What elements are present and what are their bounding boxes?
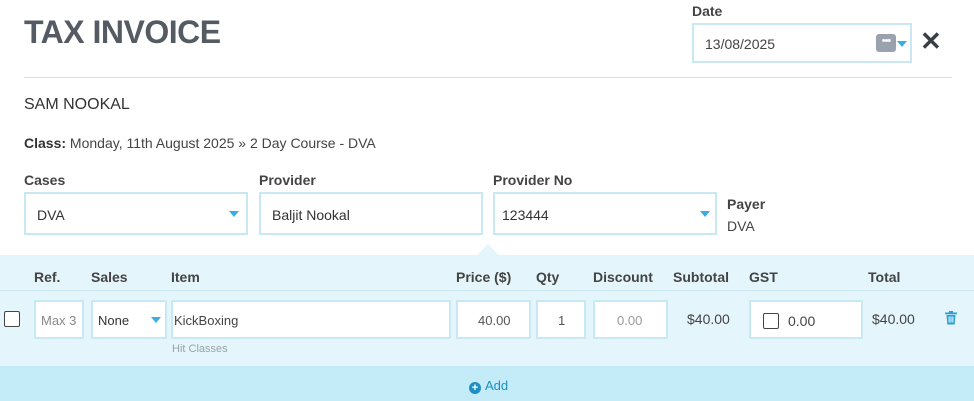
cases-select[interactable]: DVA [24,192,248,235]
provider-value: Baljit Nookal [272,207,350,223]
cases-label: Cases [24,172,66,188]
add-label: Add [485,378,509,393]
chevron-down-icon[interactable] [700,211,710,217]
class-value: Monday, 11th August 2025 » 2 Day Course … [69,135,376,151]
provider-label: Provider [259,172,316,188]
table-header: Ref. Sales Item Price ($) Qty Discount S… [0,255,974,291]
price-input[interactable]: 40.00 [456,300,531,339]
header-price: Price ($) [456,269,512,285]
header-discount: Discount [593,269,653,285]
section-notch [477,244,499,255]
sales-select[interactable]: None [91,300,167,339]
client-name: SAM NOOKAL [24,96,130,113]
class-info: Class: Monday, 11th August 2025 » 2 Day … [24,135,376,151]
page-title: TAX INVOICE [24,14,221,50]
item-value: KickBoxing [174,313,239,328]
provider-no-label: Provider No [493,172,573,188]
sales-value: None [98,313,130,328]
gst-value: 0.00 [788,313,816,329]
header-divider [24,77,952,78]
cases-value: DVA [37,207,65,223]
chevron-down-icon[interactable] [897,41,907,47]
class-label: Class: [24,135,67,151]
add-button[interactable]: + Add [469,378,508,394]
date-label: Date [692,3,723,19]
price-value: 40.00 [478,313,511,328]
plus-circle-icon: + [469,382,481,394]
subtotal-value: $40.00 [687,311,730,327]
item-subtext: Hit Classes [172,343,228,355]
provider-no-select[interactable]: 123444 [493,192,717,235]
qty-input[interactable]: 1 [536,300,586,339]
chevron-down-icon[interactable] [151,317,161,323]
payer-label: Payer [727,196,766,212]
payer-value: DVA [727,218,755,234]
header-qty: Qty [536,269,560,285]
ref-input[interactable]: Max 3 [34,300,84,339]
chevron-down-icon[interactable] [229,211,239,217]
header-gst: GST [749,269,778,285]
header-item: Item [171,269,200,285]
calendar-icon[interactable]: ••• [876,34,896,52]
item-input[interactable]: KickBoxing [171,300,451,339]
date-field[interactable]: 13/08/2025 ••• [692,23,912,63]
provider-field[interactable]: Baljit Nookal [259,192,483,235]
provider-no-value: 123444 [502,207,549,223]
close-icon[interactable]: ✕ [920,26,942,57]
header-sales: Sales [91,269,128,285]
gst-checkbox[interactable] [763,313,779,329]
ref-placeholder: Max 3 [41,313,77,328]
header-subtotal: Subtotal [673,269,729,285]
gst-field[interactable]: 0.00 [749,300,863,339]
discount-input[interactable]: 0.00 [593,300,668,339]
row-select-checkbox[interactable] [4,311,20,327]
discount-placeholder: 0.00 [617,313,643,328]
trash-icon[interactable] [944,311,958,325]
total-value: $40.00 [872,311,915,327]
qty-value: 1 [558,313,566,328]
date-value: 13/08/2025 [705,36,776,52]
header-ref: Ref. [34,269,61,285]
header-total: Total [868,269,901,285]
